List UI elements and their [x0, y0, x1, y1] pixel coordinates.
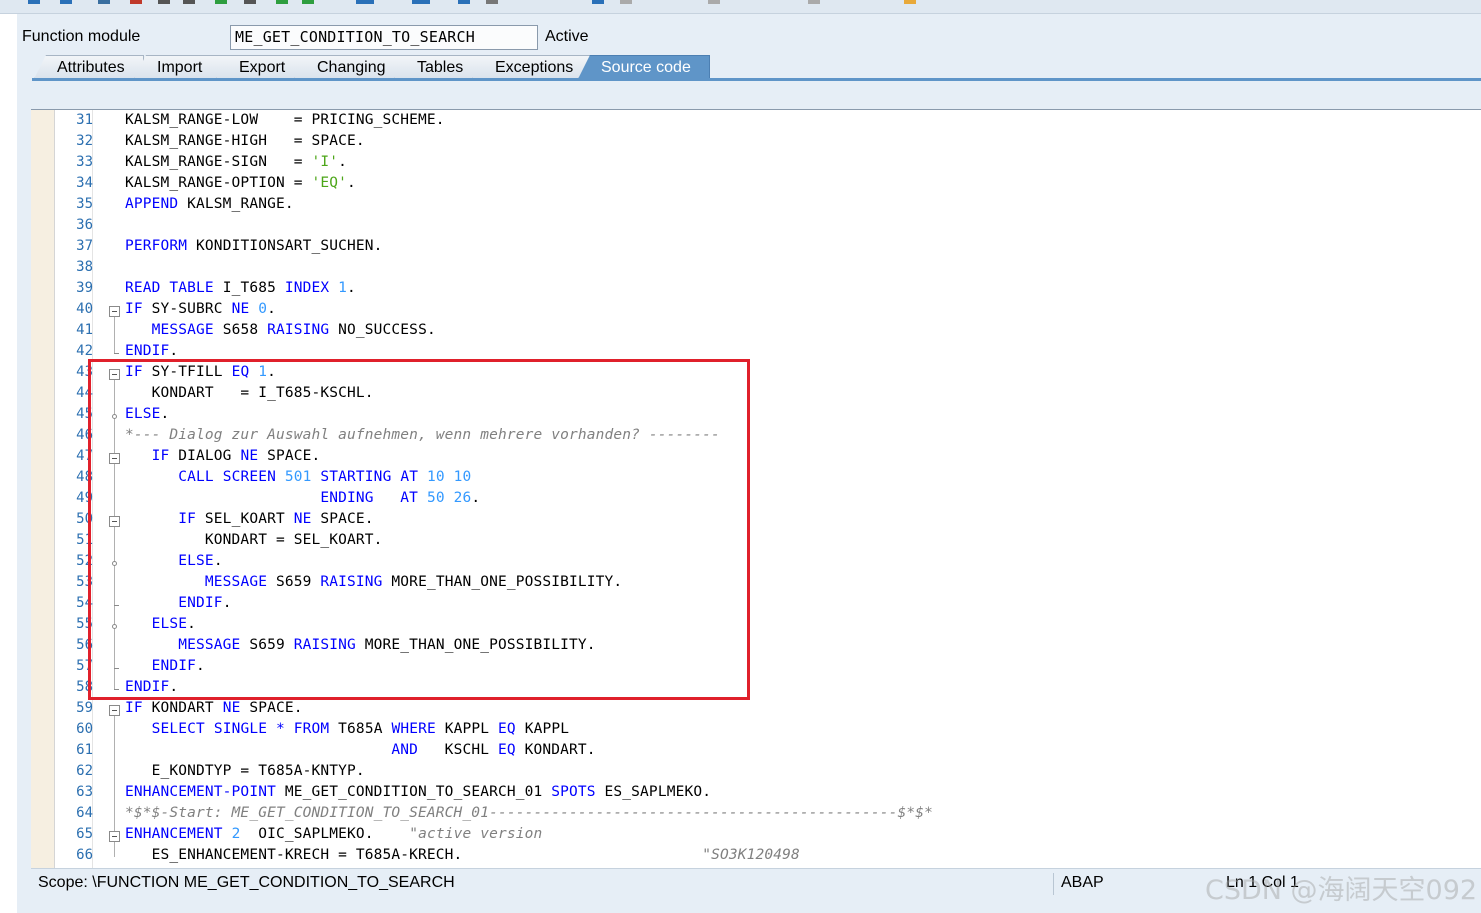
fold-guide-line — [114, 317, 115, 353]
line-number: 59 — [76, 700, 93, 716]
code-line[interactable]: KALSM_RANGE-LOW = PRICING_SCHEME. — [125, 112, 445, 128]
line-number: 63 — [76, 784, 93, 800]
edit-icon[interactable] — [98, 0, 110, 6]
help-icon[interactable] — [620, 0, 632, 6]
line-number: 32 — [76, 133, 93, 149]
fold-toggle-icon[interactable] — [109, 831, 120, 842]
tab-source-code[interactable]: Source code — [578, 55, 710, 79]
code-line[interactable]: PERFORM KONDITIONSART_SUCHEN. — [125, 238, 383, 254]
enhance-icon[interactable] — [592, 0, 604, 6]
tab-attributes[interactable]: Attributes — [34, 55, 144, 79]
code-line[interactable]: ENHANCEMENT-POINT ME_GET_CONDITION_TO_SE… — [125, 784, 711, 800]
line-number: 60 — [76, 721, 93, 737]
line-number: 62 — [76, 763, 93, 779]
tab-underline — [32, 78, 1481, 81]
line-number: 61 — [76, 742, 93, 758]
code-line[interactable]: KALSM_RANGE-HIGH = SPACE. — [125, 133, 365, 149]
fold-guide-line — [114, 842, 115, 857]
code-line[interactable]: ES_ENHANCEMENT-KRECH = T685A-KRECH. "SO3… — [125, 847, 800, 863]
line-number: 66 — [76, 847, 93, 863]
line-number: 40 — [76, 301, 93, 317]
navigation-icon[interactable] — [302, 0, 314, 6]
code-line[interactable]: E_KONDTYP = T685A-KNTYP. — [125, 763, 365, 779]
line-number: 33 — [76, 154, 93, 170]
editor-margin — [31, 110, 55, 868]
scope-text: Scope: \FUNCTION ME_GET_CONDITION_TO_SEA… — [38, 874, 455, 891]
where-used-icon[interactable] — [244, 0, 256, 6]
test-icon[interactable] — [215, 0, 227, 6]
back-icon[interactable] — [28, 0, 40, 6]
info-icon[interactable] — [708, 0, 720, 6]
code-line[interactable]: ENHANCEMENT 2 OIC_SAPLMEKO. "active vers… — [125, 826, 542, 842]
pretty-printer-icon[interactable] — [412, 0, 430, 6]
code-line[interactable]: KALSM_RANGE-OPTION = 'EQ'. — [125, 175, 356, 191]
function-module-field[interactable]: ME_GET_CONDITION_TO_SEARCH — [230, 25, 538, 50]
line-number: 36 — [76, 217, 93, 233]
code-line[interactable]: *$*$-Start: ME_GET_CONDITION_TO_SEARCH_0… — [125, 805, 933, 821]
line-number: 37 — [76, 238, 93, 254]
line-number: 42 — [76, 343, 93, 359]
language-text: ABAP — [1061, 874, 1104, 891]
line-number: 41 — [76, 322, 93, 338]
code-line[interactable]: KALSM_RANGE-SIGN = 'I'. — [125, 154, 347, 170]
activate-icon[interactable] — [183, 0, 195, 6]
application-toolbar — [0, 0, 1481, 14]
line-number: 31 — [76, 112, 93, 128]
status-text: Active — [545, 28, 589, 45]
code-line[interactable]: AND KSCHL EQ KONDART. — [125, 742, 596, 758]
code-line[interactable]: MESSAGE S658 RAISING NO_SUCCESS. — [125, 322, 436, 338]
settings-icon[interactable] — [808, 0, 820, 6]
line-number: 64 — [76, 805, 93, 821]
tab-import[interactable]: Import — [134, 55, 232, 79]
line-number: 35 — [76, 196, 93, 212]
display-object-icon[interactable] — [356, 0, 374, 6]
fold-toggle-icon[interactable] — [109, 306, 120, 317]
object-list-icon[interactable] — [276, 0, 288, 6]
code-line[interactable]: IF SY-SUBRC NE 0. — [125, 301, 276, 317]
code-line[interactable]: SELECT SINGLE * FROM T685A WHERE KAPPL E… — [125, 721, 569, 737]
annotation-highlight-box — [88, 359, 750, 700]
line-number: 34 — [76, 175, 93, 191]
fold-end-marker — [114, 353, 119, 354]
save-icon[interactable] — [158, 0, 170, 6]
breakpoint-icon[interactable] — [458, 0, 470, 6]
check-icon[interactable] — [130, 0, 142, 6]
code-line[interactable]: IF KONDART NE SPACE. — [125, 700, 303, 716]
fold-toggle-icon[interactable] — [109, 705, 120, 716]
status-divider — [1053, 873, 1054, 895]
forward-icon[interactable] — [60, 0, 72, 6]
pattern-icon[interactable] — [486, 0, 498, 6]
function-module-label: Function module — [22, 28, 141, 45]
watermark: CSDN @海阔天空092 — [1205, 875, 1478, 906]
code-line[interactable]: READ TABLE I_T685 INDEX 1. — [125, 280, 356, 296]
line-number: 38 — [76, 259, 93, 275]
line-number: 39 — [76, 280, 93, 296]
code-line[interactable]: ENDIF. — [125, 343, 178, 359]
code-line[interactable]: APPEND KALSM_RANGE. — [125, 196, 294, 212]
line-number: 65 — [76, 826, 93, 842]
folder-icon[interactable] — [904, 0, 916, 6]
